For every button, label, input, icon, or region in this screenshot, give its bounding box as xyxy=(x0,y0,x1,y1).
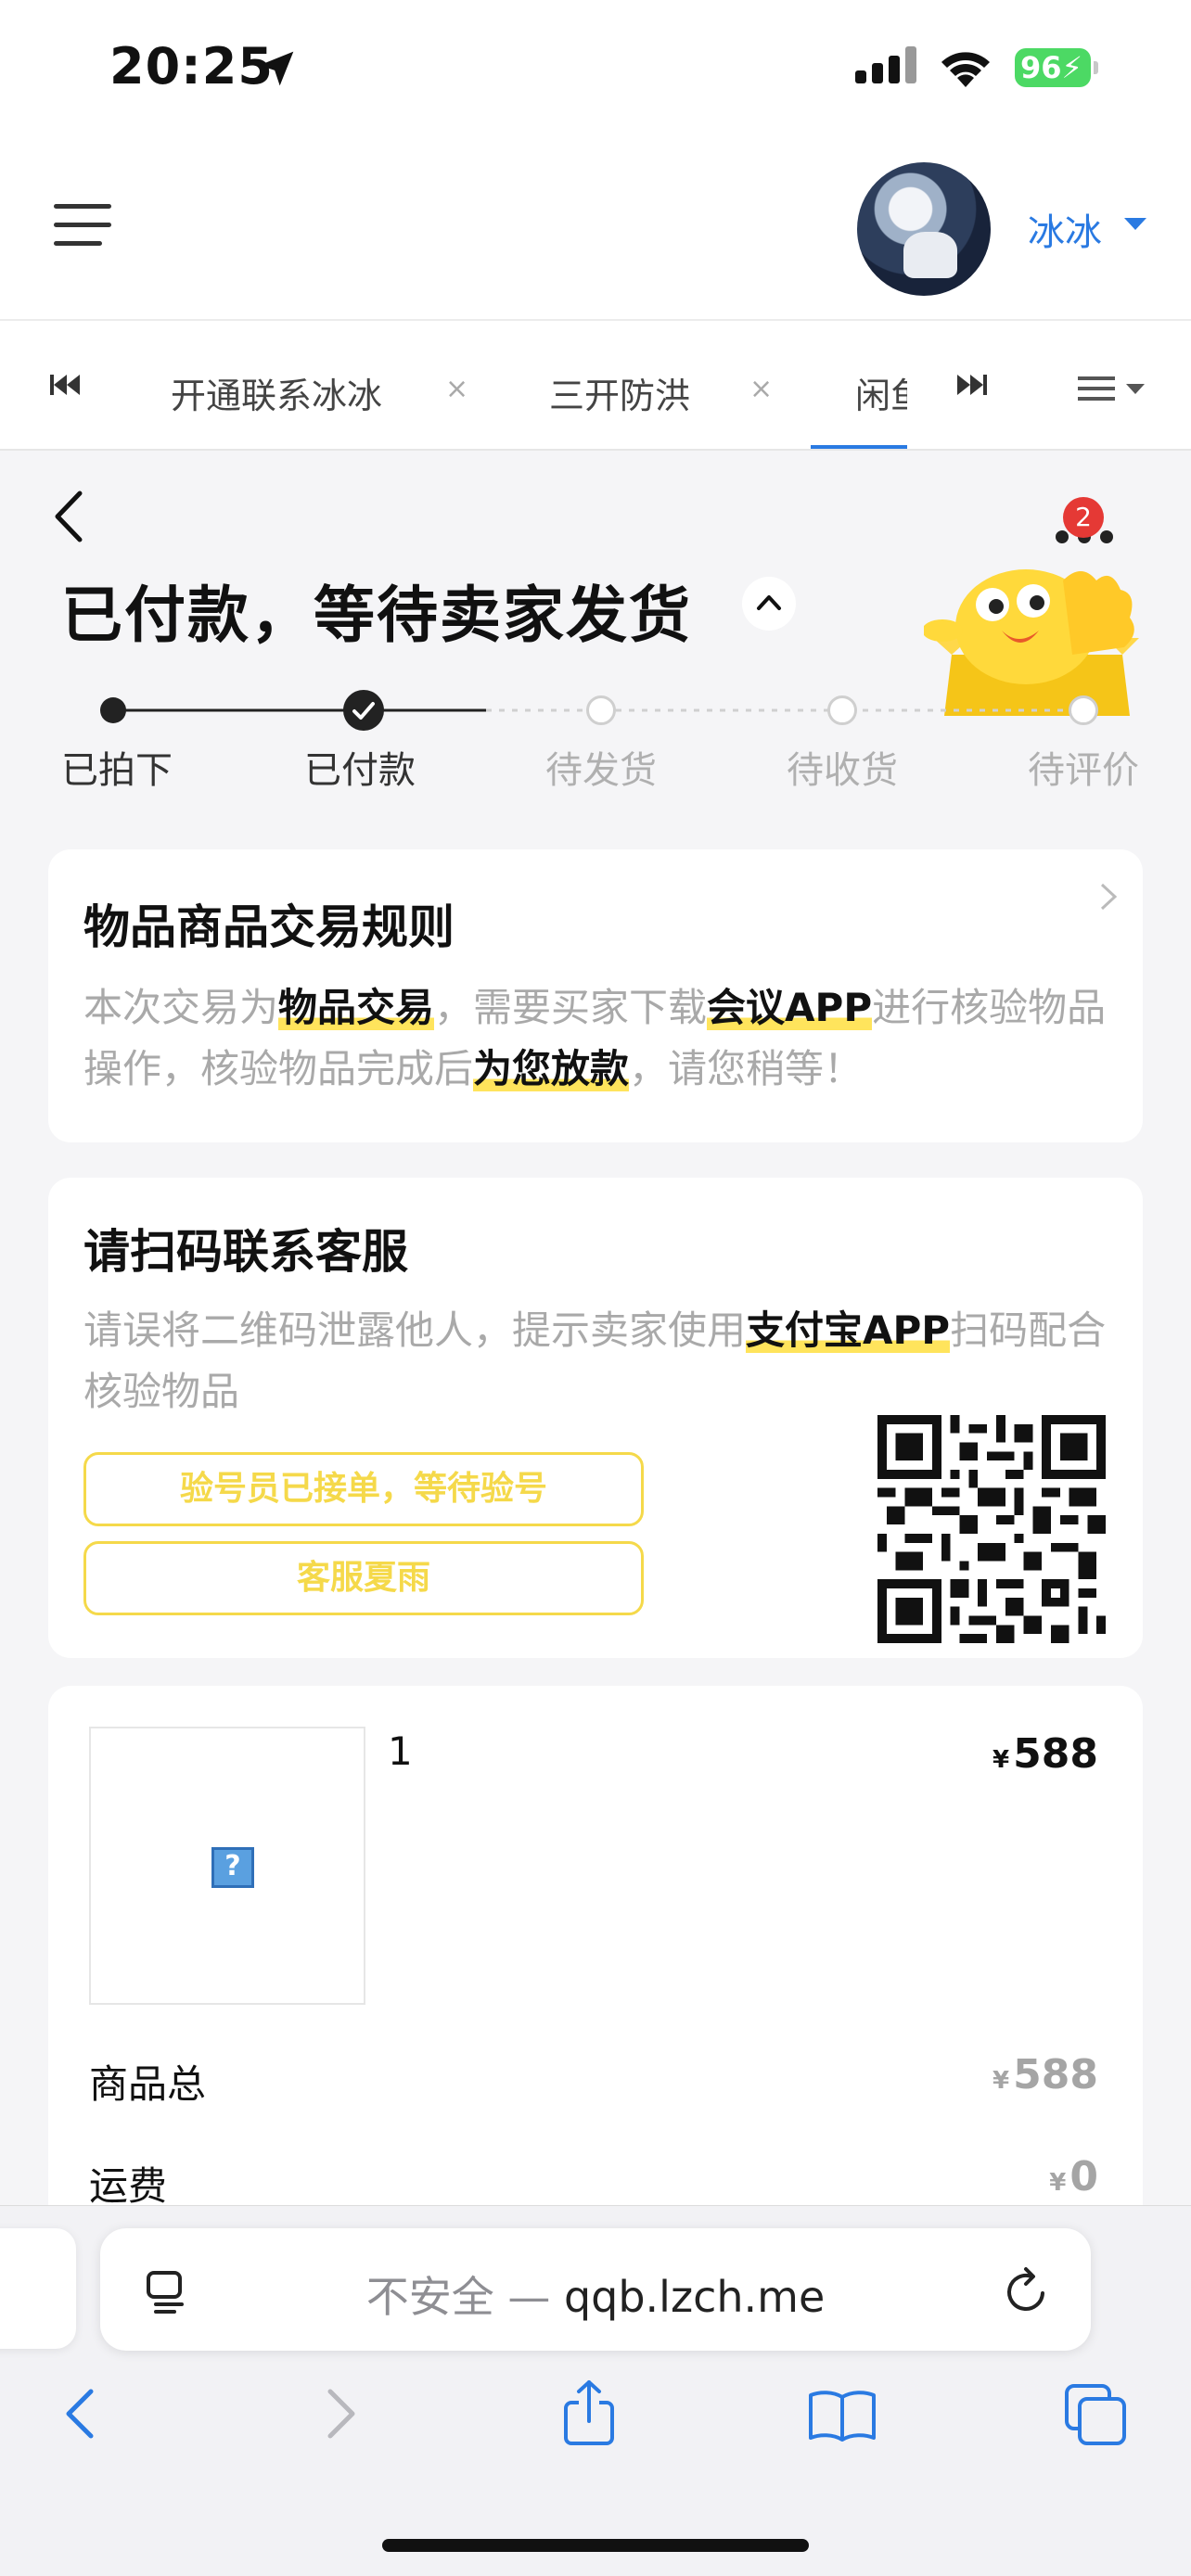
step-label: 待发货 xyxy=(545,749,657,792)
service-agent-button[interactable]: 客服夏雨 xyxy=(83,1541,644,1615)
step-label: 待评价 xyxy=(1028,749,1139,792)
tab-1[interactable]: 三开防洪 xyxy=(549,367,690,418)
battery-icon: 96⚡ xyxy=(1015,48,1098,87)
app-header: 冰冰 xyxy=(0,139,1191,321)
reload-icon[interactable] xyxy=(1004,2265,1052,2315)
step-dot-done xyxy=(100,697,126,723)
customer-service-card: 请扫码联系客服 请误将二维码泄露他人，提示卖家使用支付宝APP扫码配合核验物品 … xyxy=(48,1178,1143,1658)
wifi-icon xyxy=(941,52,990,87)
active-tab-indicator xyxy=(811,445,907,449)
card-title: 物品商品交易规则 xyxy=(83,900,455,954)
address-bar[interactable]: 不安全 — qqb.lzch.me xyxy=(100,2228,1091,2351)
username[interactable]: 冰冰 xyxy=(1028,202,1102,256)
chevron-right-icon[interactable] xyxy=(1098,881,1119,912)
tabs-dropdown-caret-icon[interactable] xyxy=(1126,384,1145,394)
browser-toolbar: 不安全 — qqb.lzch.me xyxy=(0,2205,1191,2576)
skip-to-first-icon[interactable] xyxy=(48,371,82,399)
previous-tab-preview[interactable] xyxy=(0,2228,76,2349)
tabs-list-icon[interactable] xyxy=(1078,376,1115,401)
shipping-value: ¥0 xyxy=(1049,2153,1098,2200)
share-icon[interactable] xyxy=(560,2378,618,2445)
forward-icon[interactable] xyxy=(323,2386,360,2442)
tabs-overview-icon[interactable] xyxy=(1063,2382,1128,2447)
collapse-button[interactable] xyxy=(742,577,796,631)
home-indicator[interactable] xyxy=(382,2539,809,2552)
back-arrow-icon[interactable] xyxy=(52,490,85,543)
product-name: 1 xyxy=(388,1728,413,1774)
status-time: 20:25 xyxy=(109,37,274,96)
qr-code xyxy=(877,1415,1106,1643)
order-status-title: 已付款，等待卖家发货 xyxy=(61,580,692,651)
trade-rules-card[interactable]: 物品商品交易规则 本次交易为物品交易，需要买家下载会议APP进行核验物品操作，核… xyxy=(48,849,1143,1142)
battery-level: 96 xyxy=(1020,50,1062,85)
product-card: ? 1 ¥588 商品总 ¥588 运费 ¥0 xyxy=(48,1686,1143,2209)
avatar[interactable] xyxy=(857,162,991,296)
step-dot-pending xyxy=(827,695,857,725)
subtotal-label: 商品总 xyxy=(89,2061,207,2107)
step-label: 待收货 xyxy=(787,749,898,792)
location-arrow-icon xyxy=(259,51,294,86)
product-price: ¥588 xyxy=(992,1730,1098,1778)
notification-badge: 2 xyxy=(1063,497,1104,538)
card-title: 请扫码联系客服 xyxy=(83,1225,408,1279)
mascot-chick-illustration xyxy=(924,569,1139,716)
card-description: 本次交易为物品交易，需要买家下载会议APP进行核验物品操作，核验物品完成后为您放… xyxy=(83,985,1107,1091)
step-label: 已拍下 xyxy=(61,749,173,792)
skip-to-last-icon[interactable] xyxy=(955,371,989,399)
bookmarks-icon[interactable] xyxy=(807,2388,877,2442)
step-dot-pending xyxy=(1069,695,1098,725)
subtotal-value: ¥588 xyxy=(992,2051,1098,2098)
cellular-signal-icon xyxy=(855,46,916,83)
tab-close-icon[interactable]: × xyxy=(445,373,468,405)
status-bar: 20:25 96⚡ xyxy=(0,0,1191,139)
inspector-status-button[interactable]: 验号员已接单，等待验号 xyxy=(83,1452,644,1526)
product-image[interactable]: ? xyxy=(89,1727,365,2005)
chevron-up-icon xyxy=(757,595,781,610)
step-label: 已付款 xyxy=(304,749,416,792)
checkmark-icon xyxy=(352,702,375,720)
tab-close-icon[interactable]: × xyxy=(749,373,773,405)
broken-image-icon: ? xyxy=(211,1847,254,1888)
tab-0[interactable]: 开通联系冰冰 xyxy=(171,367,382,418)
step-dot-current xyxy=(343,690,384,731)
user-dropdown-caret-icon[interactable] xyxy=(1124,218,1146,230)
address-text: 不安全 — qqb.lzch.me xyxy=(365,2272,826,2322)
tab-2[interactable]: 闲鱼 xyxy=(855,367,907,418)
tabs-bar: 开通联系冰冰 × 三开防洪 × 闲鱼 xyxy=(0,321,1191,451)
hamburger-menu-icon[interactable] xyxy=(54,204,111,247)
card-description: 请误将二维码泄露他人，提示卖家使用支付宝APP扫码配合核验物品 xyxy=(83,1307,1107,1414)
shipping-label: 运费 xyxy=(89,2163,168,2209)
back-icon[interactable] xyxy=(61,2386,98,2442)
step-dot-pending xyxy=(586,695,616,725)
